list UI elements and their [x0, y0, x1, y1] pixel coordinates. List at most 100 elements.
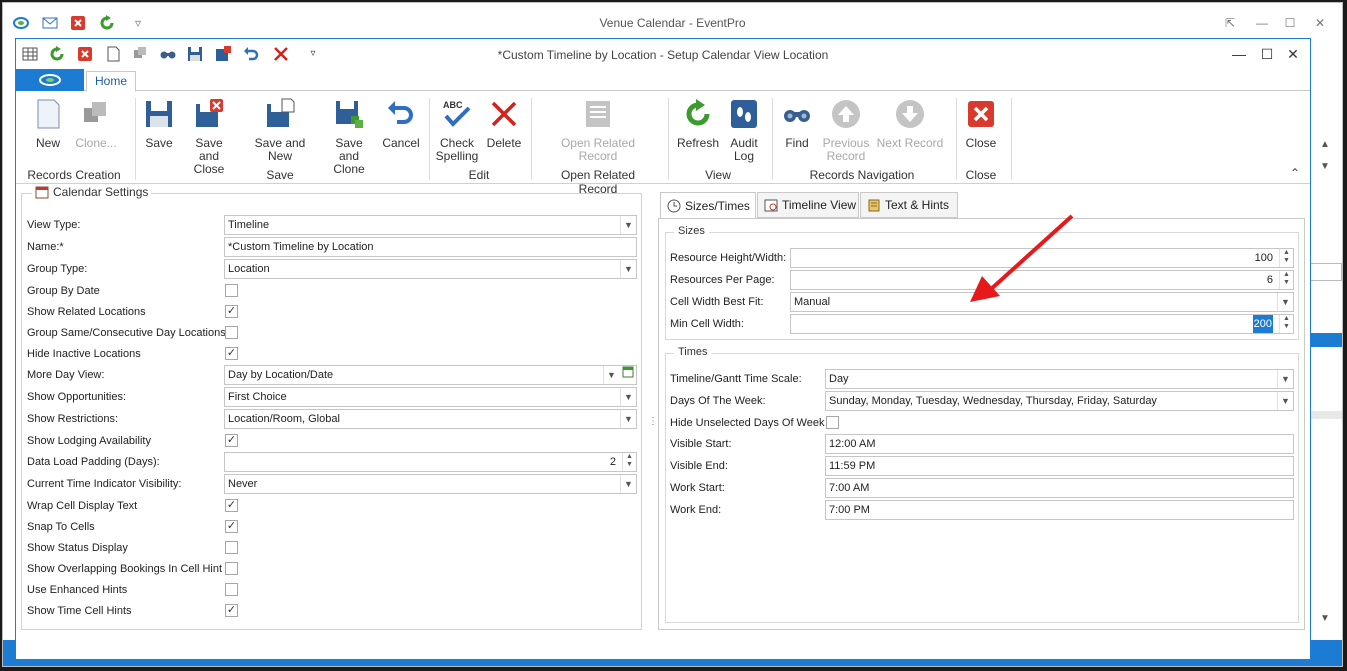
chevron-down-icon[interactable]: ▼ [620, 388, 636, 406]
chevron-down-icon[interactable]: ▼ [1320, 161, 1330, 172]
spinner-icon[interactable]: ▲ ▼ [1279, 271, 1293, 289]
resource-height-label: Resource Height/Width: [670, 252, 787, 264]
clone-icon [84, 102, 106, 122]
check-spelling-button[interactable]: ABC Check Spelling [434, 98, 480, 163]
enhanced-checkbox[interactable] [225, 583, 238, 596]
show-related-checkbox[interactable]: ✓ [225, 305, 238, 318]
min-cell-width-label: Min Cell Width: [670, 318, 744, 330]
name-input[interactable]: *Custom Timeline by Location [224, 237, 637, 257]
time-hints-checkbox[interactable]: ✓ [225, 604, 238, 617]
chevron-down-icon[interactable]: ▼ [1277, 392, 1293, 410]
chevron-down-icon[interactable]: ▼ [620, 410, 636, 428]
save-and-new-button[interactable]: Save and New [242, 98, 318, 163]
collapse-ribbon-icon[interactable]: ⌃ [1290, 166, 1300, 180]
show-lodging-label: Show Lodging Availability [27, 435, 151, 447]
data-padding-input[interactable]: 2 ▲ ▼ [224, 452, 637, 472]
status-checkbox[interactable] [225, 541, 238, 554]
show-restrictions-select[interactable]: Location/Room, Global ▼ [224, 409, 637, 429]
chevron-up-icon[interactable]: ▲ [1320, 139, 1330, 150]
time-scale-row: Timeline/Gantt Time Scale: Day ▼ [670, 369, 1298, 389]
tab-sizes-times[interactable]: Sizes/Times [660, 192, 756, 219]
annotation-arrow-head [970, 276, 1000, 302]
chevron-down-icon[interactable]: ▼ [620, 260, 636, 278]
refresh-label: Refresh [676, 136, 720, 150]
next-record-button[interactable]: Next Record [876, 98, 944, 150]
restore-icon[interactable]: ⇱ [1222, 15, 1238, 31]
group-same-checkbox[interactable] [225, 326, 238, 339]
minimize-icon[interactable]: — [1254, 15, 1270, 31]
clone-button[interactable]: Clone... [74, 98, 118, 150]
time-indicator-select[interactable]: Never ▼ [224, 474, 637, 494]
app-menu-button[interactable] [16, 69, 84, 91]
view-type-row: View Type: Timeline ▼ [27, 215, 637, 235]
chevron-down-icon[interactable]: ▼ [1277, 370, 1293, 388]
show-lodging-checkbox[interactable]: ✓ [225, 434, 238, 447]
tab-text-hints[interactable]: Text & Hints [860, 192, 958, 218]
min-cell-width-input[interactable]: 200 ▲ ▼ [790, 314, 1294, 334]
overlap-checkbox[interactable] [225, 562, 238, 575]
ribbon-separator [1011, 98, 1012, 180]
close-label: Close [965, 136, 997, 150]
view-type-select[interactable]: Timeline ▼ [224, 215, 637, 235]
chevron-down-icon[interactable]: ▼ [620, 475, 636, 493]
previous-record-button[interactable]: Previous Record [822, 98, 870, 163]
show-opportunities-select[interactable]: First Choice ▼ [224, 387, 637, 407]
find-button[interactable]: Find [780, 98, 814, 150]
save-and-clone-button[interactable]: Save and Clone [324, 98, 374, 176]
panel-splitter[interactable]: ⋮ [648, 417, 658, 439]
previous-record-label: Previous Record [822, 136, 870, 163]
edit-group-label: Edit [468, 168, 490, 182]
snap-checkbox[interactable]: ✓ [225, 520, 238, 533]
resources-per-page-value: 6 [1266, 274, 1273, 286]
hide-unselected-checkbox[interactable] [826, 416, 839, 429]
scroll-down-icon[interactable]: ▼ [1320, 613, 1330, 624]
spinner-icon[interactable]: ▲ ▼ [622, 453, 636, 471]
maximize-icon[interactable]: ☐ [1282, 15, 1298, 31]
outer-close-icon[interactable]: ✕ [1312, 15, 1328, 31]
time-hints-row: Show Time Cell Hints ✓ [27, 601, 637, 621]
maximize-icon[interactable]: ☐ [1258, 45, 1276, 63]
refresh-button[interactable]: Refresh [676, 98, 720, 150]
more-day-select[interactable]: Day by Location/Date ▼ [224, 365, 637, 385]
days-of-week-select[interactable]: Sunday, Monday, Tuesday, Wednesday, Thur… [825, 391, 1294, 411]
tab-timeline-view[interactable]: Timeline View [757, 192, 859, 218]
work-start-row: Work Start: 7:00 AM [670, 478, 1298, 498]
ribbon-separator [531, 98, 532, 180]
spinner-icon[interactable]: ▲ ▼ [1279, 315, 1293, 333]
lookup-icon[interactable] [620, 366, 636, 384]
close-icon[interactable]: ✕ [1284, 45, 1302, 63]
next-record-label: Next Record [876, 136, 944, 150]
days-of-week-value: Sunday, Monday, Tuesday, Wednesday, Thur… [829, 395, 1157, 407]
group-by-date-checkbox[interactable] [225, 284, 238, 297]
group-same-label: Group Same/Consecutive Day Locations [27, 327, 226, 339]
wrap-checkbox[interactable]: ✓ [225, 499, 238, 512]
work-start-input[interactable]: 7:00 AM [825, 478, 1294, 498]
audit-log-button[interactable]: Audit Log [728, 98, 760, 163]
save-group-label: Save [266, 168, 294, 182]
show-related-row: Show Related Locations ✓ [27, 302, 637, 322]
binoculars-icon [784, 110, 810, 122]
tab-home[interactable]: Home [86, 71, 136, 92]
save-button[interactable]: Save [142, 98, 176, 150]
close-button[interactable]: Close [962, 98, 1000, 150]
open-related-record-button[interactable]: Open Related Record [556, 98, 640, 163]
days-of-week-label: Days Of The Week: [670, 395, 766, 407]
minimize-icon[interactable]: — [1230, 45, 1248, 63]
chevron-down-icon[interactable]: ▼ [1277, 293, 1293, 311]
chevron-down-icon[interactable]: ▼ [603, 366, 619, 384]
cancel-button[interactable]: Cancel [382, 98, 420, 150]
group-type-select[interactable]: Location ▼ [224, 259, 637, 279]
save-and-close-button[interactable]: Save and Close [184, 98, 234, 176]
spinner-icon[interactable]: ▲ ▼ [1279, 249, 1293, 267]
chevron-down-icon[interactable]: ▼ [620, 216, 636, 234]
time-scale-select[interactable]: Day ▼ [825, 369, 1294, 389]
outer-selected-row[interactable] [1306, 333, 1342, 347]
hide-inactive-checkbox[interactable]: ✓ [225, 347, 238, 360]
work-end-input[interactable]: 7:00 PM [825, 500, 1294, 520]
visible-end-input[interactable]: 11:59 PM [825, 456, 1294, 476]
delete-button[interactable]: Delete [484, 98, 524, 150]
name-label: Name:* [27, 241, 64, 253]
outer-dropdown[interactable] [1306, 263, 1342, 281]
new-button[interactable]: New [30, 98, 66, 150]
visible-start-input[interactable]: 12:00 AM [825, 434, 1294, 454]
